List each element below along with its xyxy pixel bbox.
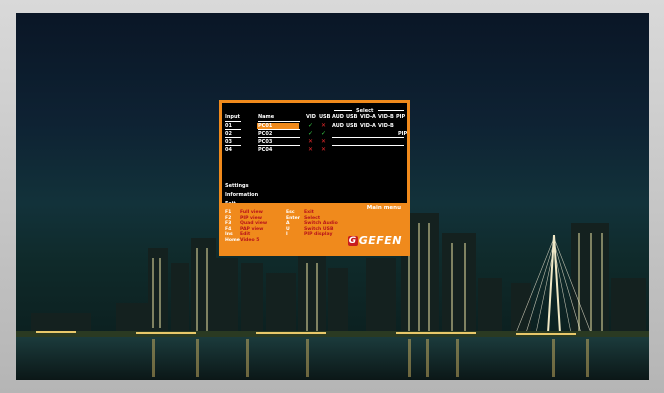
menu-settings[interactable]: Settings	[225, 183, 249, 189]
select-aud[interactable]: AUD	[332, 123, 344, 129]
usb-x-icon[interactable]: ✕	[321, 147, 326, 153]
desktop-wallpaper: Select Input Name VID USB AUD USB VID-A …	[16, 13, 649, 380]
usb-column-header: USB	[319, 114, 331, 120]
gefen-logo-text: GEFEN	[358, 234, 402, 247]
aud-column-header: AUD	[332, 114, 344, 120]
input-04[interactable]: 04	[225, 147, 232, 153]
usb2-column-header: USB	[346, 114, 358, 120]
select-row-rule	[332, 145, 404, 146]
vid-column-header: VID	[306, 114, 316, 120]
select-rule-right	[378, 110, 404, 111]
select-vida[interactable]: VID-A	[360, 123, 376, 129]
row-rule	[258, 137, 300, 138]
usb-x-icon[interactable]: ✕	[321, 139, 326, 145]
gefen-logo: G GEFEN	[347, 234, 402, 247]
shortcut-key: I	[286, 232, 288, 237]
row-rule	[225, 145, 241, 146]
shortcut-panel: Main menu F1 Full view F2 PIP view F3 Qu…	[222, 203, 407, 253]
pip-column-header: PIP	[396, 114, 406, 120]
usb-x-icon[interactable]: ✕	[321, 123, 326, 129]
row-rule	[225, 129, 241, 130]
name-pc04[interactable]: PC04	[258, 147, 272, 153]
vida-column-header: VID-A	[360, 114, 376, 120]
select-usb[interactable]: USB	[346, 123, 357, 129]
vidb-column-header: VID-B	[378, 114, 394, 120]
row-rule	[258, 145, 300, 146]
row-rule	[258, 129, 300, 130]
shortcut-label: Video 5	[240, 237, 260, 243]
vid-x-icon[interactable]: ✕	[308, 139, 313, 145]
gefen-logo-mark-icon: G	[347, 236, 358, 246]
vid-check-icon[interactable]: ✓	[308, 123, 313, 129]
header-rule-input	[225, 121, 241, 122]
osd-main-menu: Select Input Name VID USB AUD USB VID-A …	[219, 100, 410, 256]
header-rule-name	[258, 121, 300, 122]
menu-information[interactable]: Information	[225, 192, 258, 198]
name-column-header: Name	[258, 114, 275, 120]
shortcut-key: Home	[225, 237, 240, 243]
select-rule-left	[334, 110, 352, 111]
main-menu-label: Main menu	[366, 205, 401, 211]
usb-check-icon[interactable]: ✓	[321, 131, 326, 137]
select-row-rule	[332, 137, 404, 138]
row-rule	[225, 137, 241, 138]
shortcut-label: PIP display	[304, 232, 333, 237]
select-vidb[interactable]: VID-B	[378, 123, 394, 129]
input-column-header: Input	[225, 114, 240, 120]
vid-check-icon[interactable]: ✓	[308, 131, 313, 137]
vid-x-icon[interactable]: ✕	[308, 147, 313, 153]
